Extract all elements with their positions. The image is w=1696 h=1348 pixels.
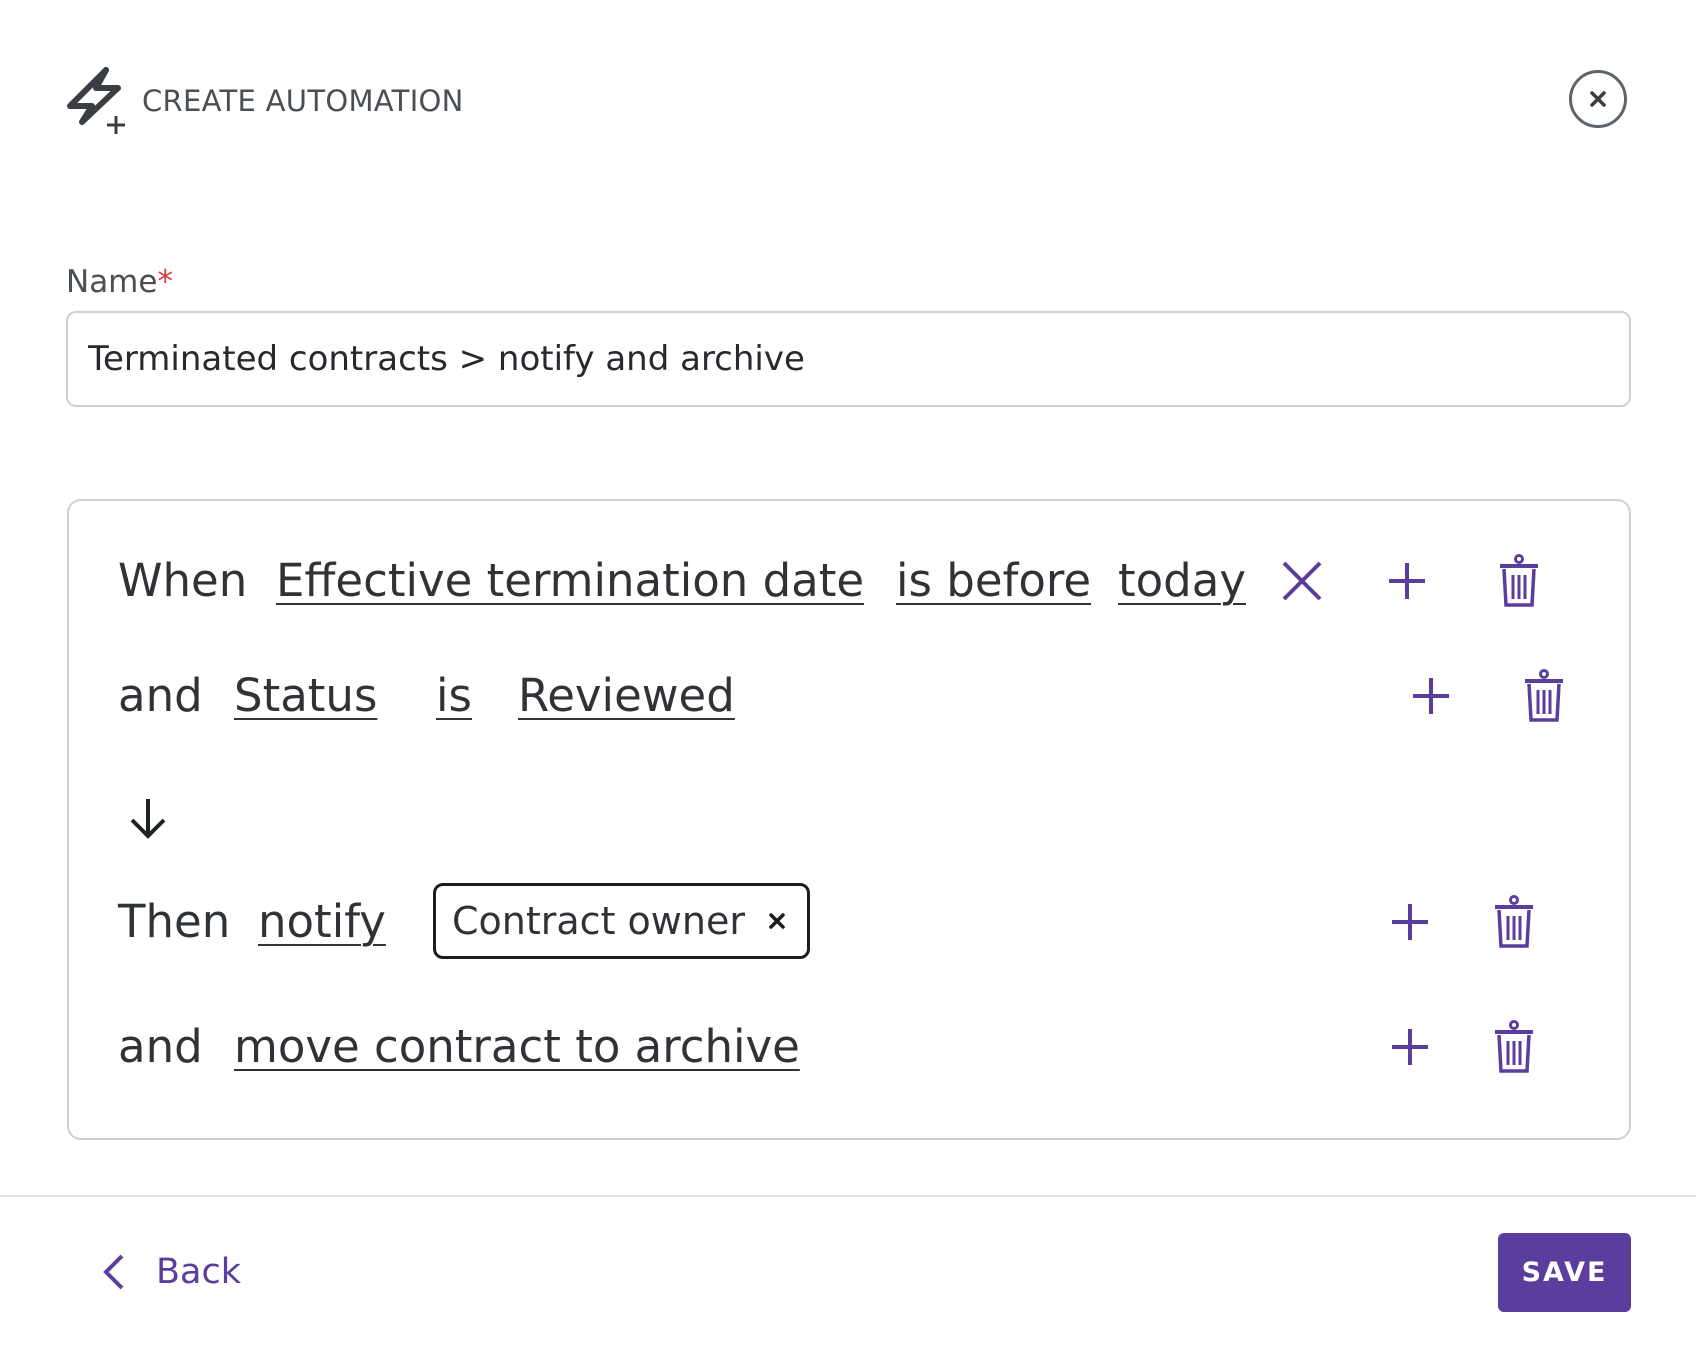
add-action-plus-icon[interactable] [1386,898,1434,946]
action-keyword: and [118,1020,203,1073]
back-label: Back [156,1252,241,1292]
delete-condition-trash-icon[interactable] [1520,668,1568,724]
save-button[interactable]: SAVE [1498,1233,1631,1312]
create-automation-dialog: CREATE AUTOMATION Name* When Effective t… [0,0,1696,1348]
clear-value-x-icon[interactable] [1278,557,1326,605]
name-label: Name* [66,264,173,300]
condition-field[interactable]: Status [234,656,377,736]
add-action-plus-icon[interactable] [1386,1023,1434,1071]
condition-operator[interactable]: is [436,656,472,736]
name-label-text: Name [66,264,158,300]
recipient-chip-label: Contract owner [452,899,745,943]
condition-field[interactable]: Effective termination date [276,541,864,621]
delete-condition-trash-icon[interactable] [1495,553,1543,609]
back-button[interactable]: Back [100,1242,241,1302]
lightning-plus-icon [67,67,125,134]
rules-card: When Effective termination date is befor… [67,499,1631,1140]
arrow-down-icon [130,799,166,839]
remove-recipient-x-icon[interactable] [767,911,787,931]
condition-row: and Status is Reviewed [69,656,1629,736]
dialog-header: CREATE AUTOMATION [0,0,1696,200]
add-condition-plus-icon[interactable] [1383,557,1431,605]
condition-value[interactable]: today [1118,541,1246,621]
dialog-title: CREATE AUTOMATION [142,84,464,118]
add-condition-plus-icon[interactable] [1407,672,1455,720]
condition-operator[interactable]: is before [896,541,1091,621]
action-row: Then notify Contract owner [69,882,1629,962]
delete-action-trash-icon[interactable] [1490,894,1538,950]
condition-keyword: and [118,669,203,722]
action-row: and move contract to archive [69,1007,1629,1087]
action-type[interactable]: notify [258,882,386,962]
recipient-chip[interactable]: Contract owner [433,883,810,959]
required-mark: * [157,264,173,300]
condition-keyword: When [118,554,248,607]
close-button[interactable] [1569,70,1627,128]
condition-value[interactable]: Reviewed [518,656,735,736]
action-keyword: Then [118,895,231,948]
action-type[interactable]: move contract to archive [234,1007,800,1087]
condition-row: When Effective termination date is befor… [69,541,1629,621]
name-input[interactable] [66,311,1631,407]
chevron-left-icon [103,1254,124,1290]
close-icon [1590,91,1606,107]
footer-divider [0,1195,1696,1197]
delete-action-trash-icon[interactable] [1490,1019,1538,1075]
